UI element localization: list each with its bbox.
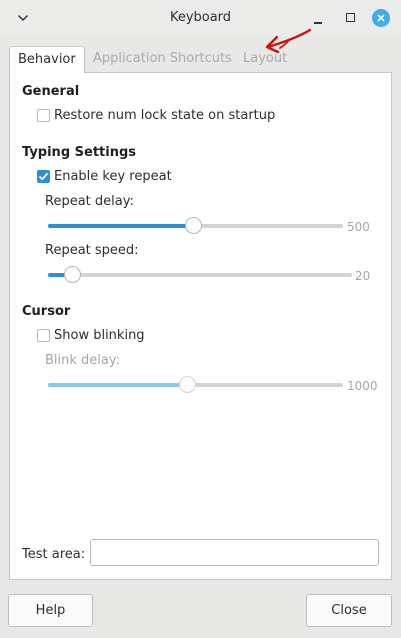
cursor-heading: Cursor [22,304,71,319]
blink-delay-label: Blink delay: [45,353,120,368]
close-button[interactable]: Close [306,594,392,627]
enable-key-repeat-checkbox[interactable]: Enable key repeat [37,169,172,184]
slider-handle[interactable] [64,266,82,283]
enable-key-repeat-label: Enable key repeat [54,169,172,184]
tab-behavior[interactable]: Behavior [9,46,85,73]
show-blinking-label: Show blinking [54,328,145,343]
repeat-speed-slider[interactable] [48,265,352,285]
repeat-speed-label: Repeat speed: [45,243,139,258]
slider-handle[interactable] [184,217,202,234]
slider-track [48,273,352,277]
checkbox-checked-icon[interactable] [37,170,50,183]
repeat-delay-value: 500 [347,220,370,234]
behavior-panel: General Restore num lock state on startu… [9,72,392,580]
close-icon[interactable] [372,9,390,27]
show-blinking-checkbox[interactable]: Show blinking [37,328,145,343]
checkbox-box[interactable] [37,109,50,122]
annotation-arrow-icon [265,28,312,54]
slider-handle [178,376,196,393]
blink-delay-value: 1000 [347,379,378,393]
title-bar: Keyboard [0,0,401,37]
test-area-input[interactable] [90,539,379,566]
maximize-icon[interactable] [341,9,359,27]
minimize-icon[interactable] [310,9,328,27]
restore-numlock-label: Restore num lock state on startup [54,108,276,123]
checkbox-box[interactable] [37,329,50,342]
blink-delay-slider [48,375,343,395]
repeat-speed-value: 20 [355,269,371,283]
restore-numlock-checkbox[interactable]: Restore num lock state on startup [37,108,275,123]
typing-settings-heading: Typing Settings [22,145,137,160]
test-area-label: Test area: [22,547,86,562]
tab-application-shortcuts[interactable]: Application Shortcuts [85,46,240,73]
help-button[interactable]: Help [8,594,93,627]
slider-fill [48,224,193,228]
slider-fill [48,383,187,387]
repeat-delay-slider[interactable] [48,216,343,236]
repeat-delay-label: Repeat delay: [45,194,134,209]
general-heading: General [22,84,80,99]
